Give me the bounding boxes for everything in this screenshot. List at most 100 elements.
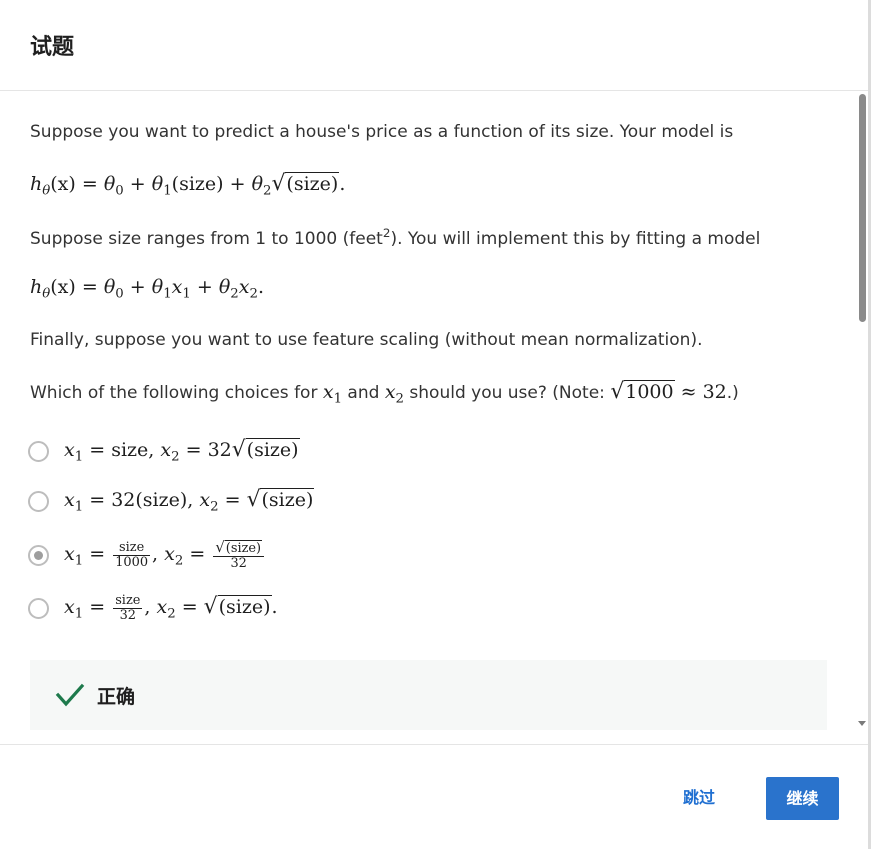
prompt-text: .)	[726, 383, 739, 403]
eq-symbol: =	[75, 276, 104, 298]
option-label: x1 = 32(size), x2 = √(size)	[64, 487, 315, 515]
modal-footer: 跳过 继续	[0, 744, 868, 850]
sqrt-expression: √(size)	[231, 437, 300, 463]
eq-symbol: x	[64, 439, 75, 462]
eq-symbol: .	[271, 596, 278, 618]
eq-symbol: x	[156, 596, 168, 618]
scroll-down-arrow-icon[interactable]	[858, 721, 866, 726]
fraction-denominator: 32	[119, 607, 136, 623]
eq-symbol: 2	[171, 449, 180, 465]
fit-equation: hθ(x) = θ0 + θ1x1 + θ2x2.	[30, 276, 264, 302]
eq-symbol: x	[64, 543, 75, 565]
eq-symbol: x	[171, 276, 183, 298]
eq-symbol: h	[30, 276, 43, 298]
prompt-text: Which of the following choices for	[30, 383, 323, 403]
eq-symbol: θ	[151, 276, 164, 298]
eq-symbol: 1000	[624, 380, 675, 403]
page-title: 试题	[30, 35, 75, 60]
eq-symbol: θ	[218, 276, 231, 298]
eq-symbol: (size)	[224, 539, 263, 556]
eq-symbol: θ	[251, 173, 264, 195]
eq-symbol: x	[322, 381, 334, 403]
eq-symbol: (size)	[285, 172, 340, 195]
fraction: √(size) 32	[213, 539, 265, 571]
fraction-numerator: size	[113, 592, 143, 609]
eq-symbol: 1	[163, 286, 172, 302]
eq-symbol: x	[199, 489, 211, 512]
eq-symbol: 0	[115, 286, 124, 302]
feedback-label: 正确	[97, 686, 136, 708]
eq-symbol: x	[64, 489, 75, 512]
feedback-correct: 正确	[30, 660, 827, 730]
eq-symbol: 1	[333, 391, 343, 407]
eq-symbol: ,	[144, 596, 157, 618]
eq-symbol: =	[183, 543, 212, 565]
prompt-text: should you use? (Note:	[404, 383, 611, 403]
eq-symbol: x	[238, 276, 250, 298]
answer-option[interactable]: x1 = 32(size), x2 = √(size)	[28, 486, 315, 516]
eq-symbol: (x)	[50, 276, 76, 298]
eq-symbol: +	[123, 173, 152, 195]
eq-symbol: =	[83, 543, 112, 565]
skip-button[interactable]: 跳过	[668, 778, 730, 818]
answer-option[interactable]: x1 = size, x2 = 32√(size)	[28, 436, 300, 466]
answer-option-selected[interactable]: x1 = size 1000, x2 = √(size) 32	[28, 535, 266, 575]
eq-symbol: 1	[74, 449, 84, 465]
eq-symbol: =	[75, 173, 104, 195]
eq-symbol: x	[64, 596, 75, 618]
fraction: size 1000	[113, 541, 151, 569]
sqrt-expression: √(size)	[271, 171, 340, 196]
option-label: x1 = size 32, x2 = √(size).	[64, 594, 278, 622]
question-prompt: Which of the following choices for x1 an…	[30, 379, 739, 407]
eq-symbol: ≈ 32	[674, 381, 727, 403]
eq-symbol: =	[83, 439, 112, 462]
eq-symbol: 2	[167, 606, 176, 622]
eq-symbol: θ	[103, 173, 116, 195]
eq-symbol: +	[223, 173, 252, 195]
eq-symbol: (size)	[245, 438, 300, 462]
eq-symbol: (x)	[50, 173, 76, 195]
fraction-denominator: 32	[230, 555, 247, 571]
eq-symbol: ,	[152, 543, 165, 565]
eq-symbol: =	[179, 439, 208, 462]
eq-symbol: 1	[182, 286, 191, 302]
range-text: ). You will implement this by fitting a …	[390, 229, 761, 250]
radio-button[interactable]	[28, 597, 49, 619]
eq-symbol: 32	[207, 439, 232, 462]
radio-button-checked[interactable]	[28, 544, 49, 566]
eq-symbol: =	[218, 489, 247, 512]
eq-symbol: 1	[163, 183, 172, 199]
radio-button[interactable]	[28, 490, 49, 512]
eq-symbol: h	[30, 173, 43, 195]
answer-option[interactable]: x1 = size 32, x2 = √(size).	[28, 593, 278, 623]
eq-symbol: 2	[263, 183, 272, 199]
continue-button[interactable]: 继续	[766, 777, 839, 820]
radio-button[interactable]	[28, 440, 49, 462]
eq-symbol: θ	[103, 276, 116, 298]
eq-symbol: (size)	[171, 173, 224, 195]
scrollbar[interactable]	[857, 91, 868, 731]
question-intro: Suppose you want to predict a house's pr…	[30, 122, 734, 142]
eq-symbol: =	[175, 596, 204, 618]
eq-symbol: =	[83, 489, 112, 512]
eq-symbol: 32(size)	[111, 489, 188, 512]
sqrt-expression: √(size)	[203, 594, 272, 619]
fraction: size 32	[113, 592, 143, 623]
eq-symbol: +	[123, 276, 152, 298]
eq-symbol: 2	[249, 286, 258, 302]
sqrt-expression: √(size)	[246, 487, 315, 513]
eq-symbol: 0	[115, 183, 124, 199]
eq-symbol: (size)	[217, 595, 272, 618]
eq-symbol: ,	[187, 489, 200, 512]
eq-symbol: =	[83, 596, 112, 618]
question-range: Suppose size ranges from 1 to 1000 (feet…	[30, 226, 760, 249]
eq-symbol: ,	[148, 439, 161, 462]
prompt-text: and	[342, 383, 385, 403]
eq-symbol: 2	[230, 286, 239, 302]
fraction-numerator: size	[113, 541, 151, 556]
eq-symbol: 1	[74, 553, 84, 569]
eq-symbol: size	[111, 439, 149, 462]
range-text: Suppose size ranges from 1 to 1000 (feet	[30, 229, 383, 250]
scrollbar-thumb[interactable]	[859, 94, 866, 322]
sqrt-expression: √1000	[610, 379, 675, 404]
